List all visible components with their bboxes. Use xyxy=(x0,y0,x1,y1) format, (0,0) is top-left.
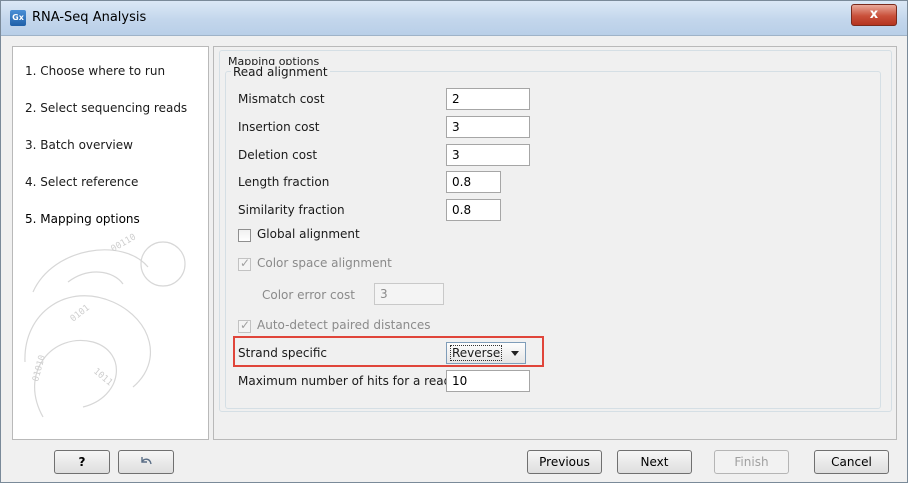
insertion-cost-input[interactable] xyxy=(446,116,530,138)
deletion-cost-input[interactable] xyxy=(446,144,530,166)
mismatch-cost-input[interactable] xyxy=(446,88,530,110)
mismatch-cost-label: Mismatch cost xyxy=(238,92,325,106)
app-icon: Gx xyxy=(10,10,26,26)
read-alignment-title: Read alignment xyxy=(231,65,330,79)
insertion-cost-label: Insertion cost xyxy=(238,120,320,134)
title-bar[interactable]: Gx RNA-Seq Analysis x xyxy=(1,1,907,36)
auto-detect-paired-checkbox[interactable]: ✓ xyxy=(238,318,251,333)
step-batch-overview: 3. Batch overview xyxy=(25,138,133,152)
similarity-fraction-input[interactable] xyxy=(446,199,501,221)
strand-specific-label: Strand specific xyxy=(238,346,327,360)
strand-specific-dropdown[interactable]: Reverse xyxy=(446,342,526,364)
color-error-cost-input[interactable] xyxy=(374,283,444,305)
chevron-down-icon xyxy=(511,351,519,356)
color-error-cost-label: Color error cost xyxy=(262,288,355,302)
svg-text:1011: 1011 xyxy=(91,367,114,389)
next-button[interactable]: Next xyxy=(617,450,692,474)
step-select-sequencing-reads: 2. Select sequencing reads xyxy=(25,101,188,115)
color-space-alignment-label: Color space alignment xyxy=(257,256,392,270)
max-hits-input[interactable] xyxy=(446,370,530,392)
mapping-options-panel: Mapping options Read alignment Mismatch … xyxy=(213,46,897,440)
close-button[interactable]: x xyxy=(851,4,897,26)
step-select-reference: 4. Select reference xyxy=(25,175,139,189)
wizard-steps-panel: 1. Choose where to run 2. Select sequenc… xyxy=(12,46,209,440)
checkmark-icon: ✓ xyxy=(240,318,251,332)
svg-text:00110: 00110 xyxy=(110,232,138,254)
finish-button[interactable]: Finish xyxy=(714,450,789,474)
deletion-cost-label: Deletion cost xyxy=(238,148,318,162)
strand-specific-value: Reverse xyxy=(450,345,503,361)
help-button[interactable]: ? xyxy=(54,450,110,474)
length-fraction-input[interactable] xyxy=(446,171,501,193)
previous-button[interactable]: Previous xyxy=(527,450,602,474)
cancel-button[interactable]: Cancel xyxy=(814,450,889,474)
global-alignment-checkbox[interactable] xyxy=(238,229,251,242)
max-hits-label: Maximum number of hits for a read xyxy=(238,374,452,388)
similarity-fraction-label: Similarity fraction xyxy=(238,203,345,217)
checkmark-icon: ✓ xyxy=(240,256,251,270)
length-fraction-label: Length fraction xyxy=(238,175,330,189)
rna-seq-dialog: Gx RNA-Seq Analysis x 1. Choose where to… xyxy=(0,0,908,483)
restore-defaults-button[interactable] xyxy=(118,450,174,474)
svg-text:0101: 0101 xyxy=(69,303,92,324)
global-alignment-label: Global alignment xyxy=(257,227,360,241)
decorative-swirl-logo: 0101 00110 01010 1011 xyxy=(24,232,186,418)
svg-text:01010: 01010 xyxy=(31,354,48,383)
undo-arrow-icon xyxy=(141,457,152,465)
window-title: RNA-Seq Analysis xyxy=(32,10,147,25)
color-space-alignment-checkbox[interactable]: ✓ xyxy=(238,256,251,271)
auto-detect-paired-label: Auto-detect paired distances xyxy=(257,318,431,332)
step-choose-where-to-run: 1. Choose where to run xyxy=(25,64,166,78)
